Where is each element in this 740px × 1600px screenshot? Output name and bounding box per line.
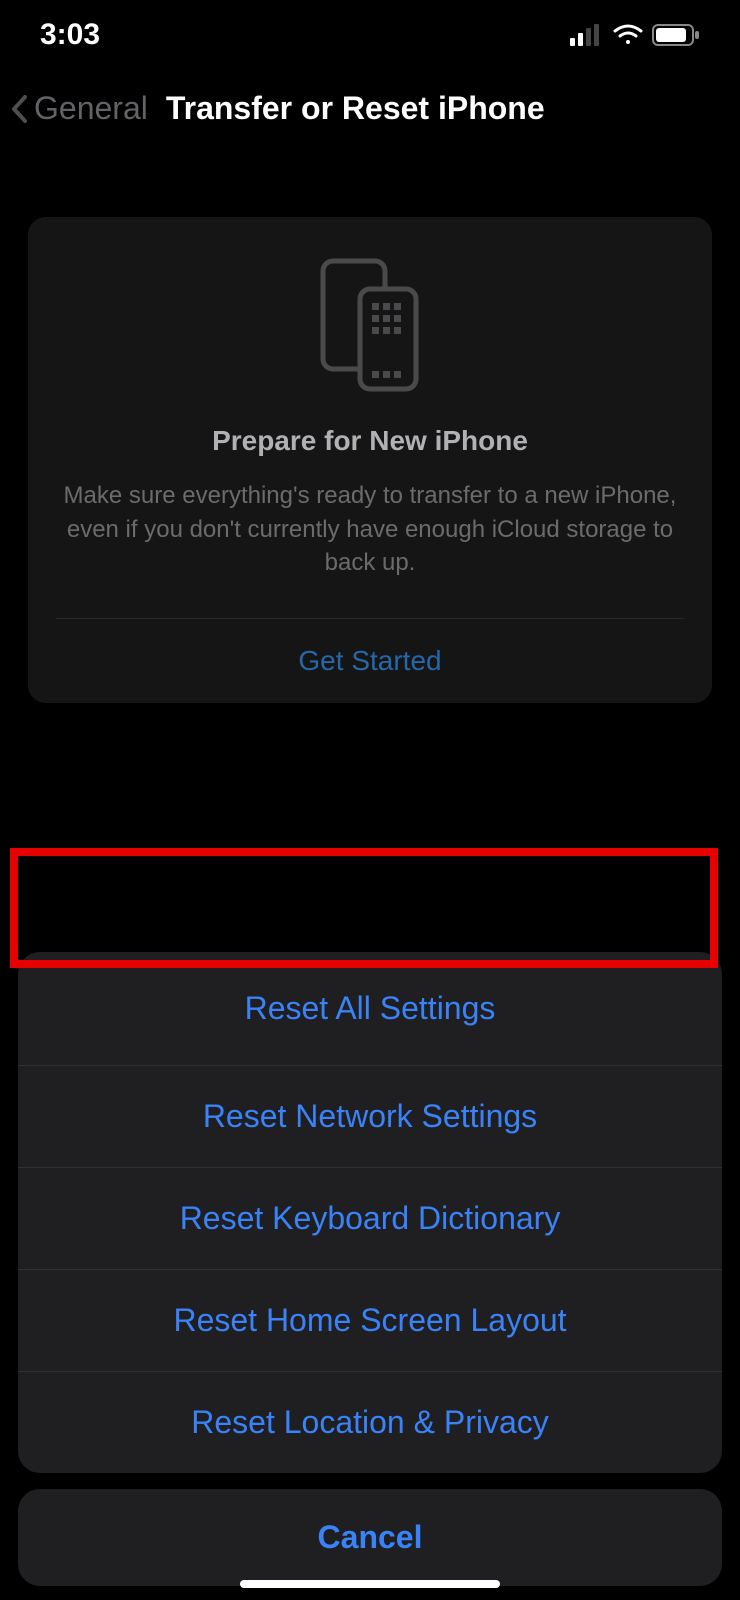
- prepare-description: Make sure everything's ready to transfer…: [56, 479, 684, 580]
- page-title: Transfer or Reset iPhone: [166, 90, 545, 127]
- reset-home-screen-layout-item[interactable]: Reset Home Screen Layout: [18, 1270, 722, 1372]
- wifi-icon: [612, 24, 644, 46]
- reset-network-settings-item[interactable]: Reset Network Settings: [18, 1066, 722, 1168]
- annotation-highlight: [10, 848, 718, 968]
- get-started-row[interactable]: Get Started: [56, 618, 684, 703]
- action-sheet-group: Reset All Settings Reset Network Setting…: [18, 952, 722, 1473]
- reset-keyboard-dictionary-item[interactable]: Reset Keyboard Dictionary: [18, 1168, 722, 1270]
- action-sheet: Reset All Settings Reset Network Setting…: [0, 952, 740, 1600]
- cellular-icon: [570, 24, 604, 46]
- cancel-button[interactable]: Cancel: [18, 1489, 722, 1586]
- prepare-card: Prepare for New iPhone Make sure everyth…: [28, 217, 712, 703]
- battery-icon: [652, 24, 700, 46]
- reset-location-privacy-item[interactable]: Reset Location & Privacy: [18, 1372, 722, 1473]
- home-indicator[interactable]: [240, 1580, 500, 1588]
- reset-all-settings-item[interactable]: Reset All Settings: [18, 952, 722, 1066]
- get-started-label: Get Started: [298, 645, 441, 676]
- status-time: 3:03: [40, 18, 100, 52]
- transfer-phones-icon: [56, 253, 684, 393]
- status-bar: 3:03: [0, 0, 740, 60]
- prepare-title: Prepare for New iPhone: [56, 425, 684, 457]
- status-icons: [570, 24, 700, 46]
- nav-bar: General Transfer or Reset iPhone: [0, 60, 740, 147]
- back-chevron-icon[interactable]: [10, 94, 30, 124]
- back-button-label[interactable]: General: [34, 90, 148, 127]
